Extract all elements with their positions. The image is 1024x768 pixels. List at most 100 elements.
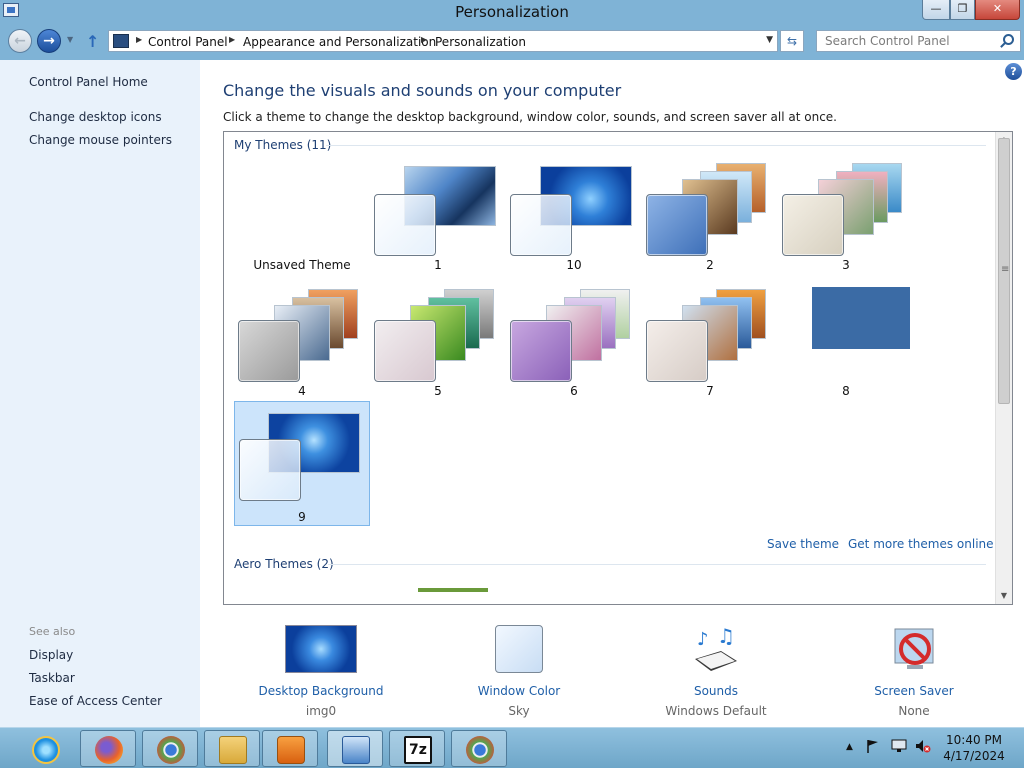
chevron-right-icon[interactable]: ▶ <box>421 35 427 44</box>
theme-tile[interactable]: 3 <box>778 149 914 274</box>
see-also-header: See also <box>29 625 76 638</box>
theme-list[interactable]: My Themes (11) Unsaved Theme 1 10 2 3 4 … <box>223 131 1013 605</box>
back-button[interactable]: ← <box>8 29 32 53</box>
title-bar: Personalization — ❐ ✕ <box>0 0 1024 26</box>
minimize-button[interactable]: — <box>922 0 950 20</box>
chevron-right-icon[interactable]: ▶ <box>136 35 142 44</box>
search-input[interactable] <box>817 31 997 51</box>
theme-tile[interactable]: 1 <box>370 149 506 274</box>
taskbar-chrome-2[interactable] <box>451 730 507 767</box>
screen-saver-link[interactable]: Screen Saver <box>834 684 994 698</box>
network-icon[interactable] <box>891 739 907 753</box>
taskbar-control-panel[interactable] <box>327 730 383 767</box>
system-clock[interactable]: 10:40 PM 4/17/2024 <box>940 732 1008 764</box>
chrome-icon <box>466 736 494 764</box>
taskbar-chrome[interactable] <box>142 730 198 767</box>
theme-color-swatch <box>782 194 844 256</box>
taskbar-file-explorer[interactable] <box>204 730 260 767</box>
sidebar-link-ease-of-access[interactable]: Ease of Access Center <box>29 694 162 708</box>
theme-label: 6 <box>570 384 578 398</box>
theme-tile[interactable]: Unsaved Theme <box>234 149 370 274</box>
up-button[interactable]: ↑ <box>86 32 99 51</box>
clock-date: 4/17/2024 <box>943 749 1005 763</box>
aero-theme-preview-peek <box>418 588 488 592</box>
taskbar-7zip[interactable]: 7z <box>389 730 445 767</box>
show-hidden-icons-chevron-icon[interactable]: ▲ <box>846 742 853 752</box>
theme-tile[interactable]: 10 <box>506 149 642 274</box>
volume-muted-icon[interactable] <box>915 739 931 753</box>
sounds-value: Windows Default <box>665 704 767 718</box>
firefox-icon <box>95 736 123 764</box>
recent-pages-dropdown-icon[interactable]: ▼ <box>67 35 73 44</box>
scroll-down-button[interactable]: ▼ <box>996 588 1012 604</box>
theme-list-scrollbar[interactable]: ▲ ▼ <box>995 132 1012 604</box>
theme-tile-selected[interactable]: 9 <box>234 401 370 526</box>
breadcrumb-control-panel[interactable]: Control Panel <box>148 35 228 49</box>
save-theme-link[interactable]: Save theme <box>767 537 839 551</box>
screen-saver-icon[interactable] <box>889 625 939 675</box>
address-bar[interactable]: ▶ Control Panel ▶ Appearance and Persona… <box>108 30 778 52</box>
action-center-flag-icon[interactable] <box>866 739 880 753</box>
sidebar-link-display[interactable]: Display <box>29 648 73 662</box>
sidebar-link-control-panel-home[interactable]: Control Panel Home <box>29 75 148 89</box>
theme-color-swatch <box>646 320 708 382</box>
sidebar-link-change-mouse-pointers[interactable]: Change mouse pointers <box>29 133 172 147</box>
taskbar: 7z ▲ 10:40 PM 4/17/2024 <box>0 727 1024 768</box>
sidebar-link-change-desktop-icons[interactable]: Change desktop icons <box>29 110 162 124</box>
window-title: Personalization <box>455 3 569 21</box>
desktop-background-setting[interactable]: Desktop Background img0 <box>241 625 401 720</box>
sounds-link[interactable]: Sounds <box>636 684 796 698</box>
theme-tile[interactable]: 2 <box>642 149 778 274</box>
chevron-down-icon[interactable]: ▼ <box>766 35 773 45</box>
get-more-themes-link[interactable]: Get more themes online <box>848 537 994 551</box>
svg-text:♪: ♪ <box>697 629 709 650</box>
sounds-icon[interactable]: ♪ ♫ <box>691 624 741 675</box>
theme-color-swatch <box>239 439 301 501</box>
taskbar-internet-explorer[interactable] <box>17 730 73 767</box>
theme-color-swatch <box>374 194 436 256</box>
svg-text:♫: ♫ <box>717 625 735 648</box>
theme-tile[interactable]: 4 <box>234 275 370 400</box>
theme-color-swatch <box>374 320 436 382</box>
theme-tile[interactable]: 5 <box>370 275 506 400</box>
help-icon[interactable]: ? <box>1005 63 1022 80</box>
clock-time: 10:40 PM <box>946 733 1002 747</box>
close-button[interactable]: ✕ <box>975 0 1020 20</box>
theme-tile[interactable]: 6 <box>506 275 642 400</box>
sounds-setting[interactable]: ♪ ♫ Sounds Windows Default <box>636 624 796 720</box>
chrome-icon <box>157 736 185 764</box>
sidebar-link-taskbar[interactable]: Taskbar <box>29 671 75 685</box>
group-divider <box>326 145 986 146</box>
window-color-link[interactable]: Window Color <box>439 684 599 698</box>
chevron-right-icon[interactable]: ▶ <box>229 35 235 44</box>
desktop-background-link[interactable]: Desktop Background <box>241 684 401 698</box>
search-icon[interactable] <box>1003 34 1014 45</box>
scroll-thumb[interactable] <box>998 138 1010 404</box>
breadcrumb-appearance[interactable]: Appearance and Personalization <box>243 35 436 49</box>
window-color-value: Sky <box>508 704 530 718</box>
7zip-icon: 7z <box>404 736 432 764</box>
theme-color-swatch <box>510 320 572 382</box>
theme-label: 10 <box>566 258 582 272</box>
navigation-bar: ← → ▼ ↑ ▶ Control Panel ▶ Appearance and… <box>0 26 1024 60</box>
forward-button[interactable]: → <box>37 29 61 53</box>
window-color-icon[interactable] <box>495 625 543 673</box>
file-explorer-icon <box>219 736 247 764</box>
theme-label: 1 <box>434 258 442 272</box>
refresh-button[interactable]: ⇆ <box>780 30 804 52</box>
theme-tile[interactable]: 8 <box>778 275 914 400</box>
theme-label: 8 <box>842 384 850 398</box>
search-box[interactable] <box>816 30 1021 52</box>
window-color-setting[interactable]: Window Color Sky <box>439 625 599 720</box>
theme-wallpaper <box>812 287 910 349</box>
taskbar-media-player[interactable] <box>262 730 318 767</box>
taskbar-firefox[interactable] <box>80 730 136 767</box>
breadcrumb-personalization[interactable]: Personalization <box>435 35 526 49</box>
theme-label: 7 <box>706 384 714 398</box>
theme-label: 3 <box>842 258 850 272</box>
screen-saver-setting[interactable]: Screen Saver None <box>834 625 994 720</box>
maximize-button[interactable]: ❐ <box>950 0 975 20</box>
internet-explorer-icon <box>32 736 60 764</box>
theme-tile[interactable]: 7 <box>642 275 778 400</box>
desktop-background-icon[interactable] <box>285 625 357 673</box>
